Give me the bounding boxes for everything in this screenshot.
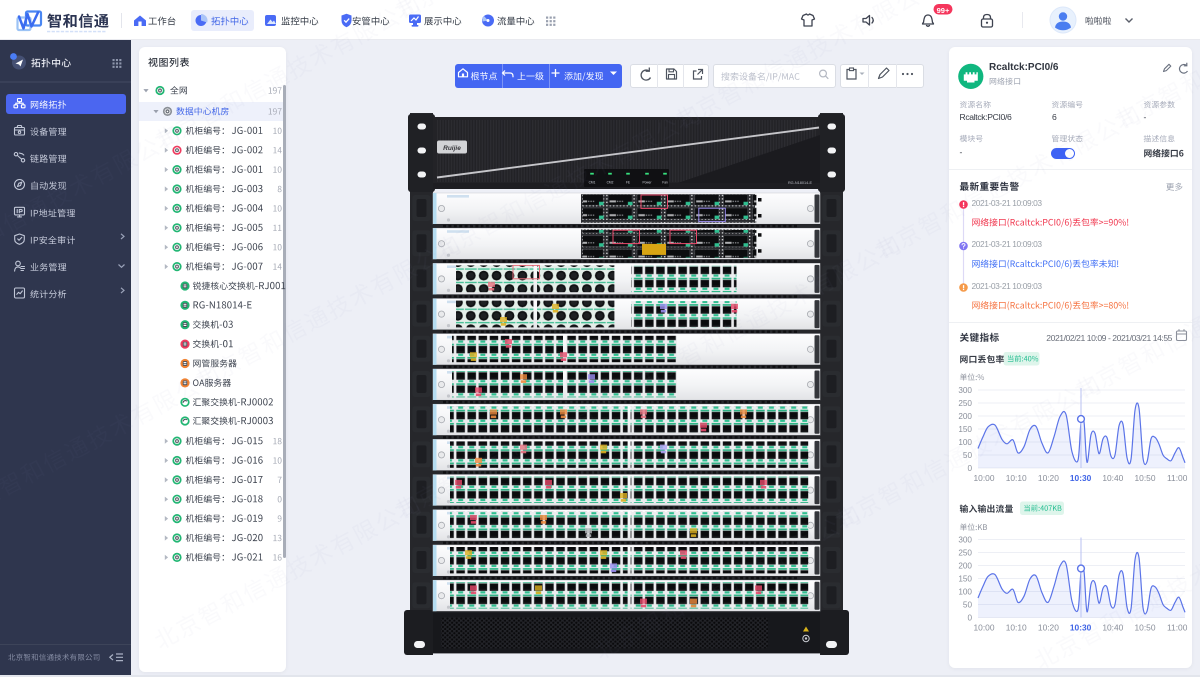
svg-text:Power: Power [642, 181, 652, 185]
svg-text:RG-N18014-E: RG-N18014-E [788, 181, 813, 185]
svg-text:Ruijie: Ruijie [443, 145, 461, 152]
svg-text:CM2: CM2 [607, 181, 614, 185]
svg-text:Fan: Fan [662, 181, 668, 185]
svg-text:CM1: CM1 [589, 181, 596, 185]
svg-text:FE: FE [626, 181, 630, 185]
